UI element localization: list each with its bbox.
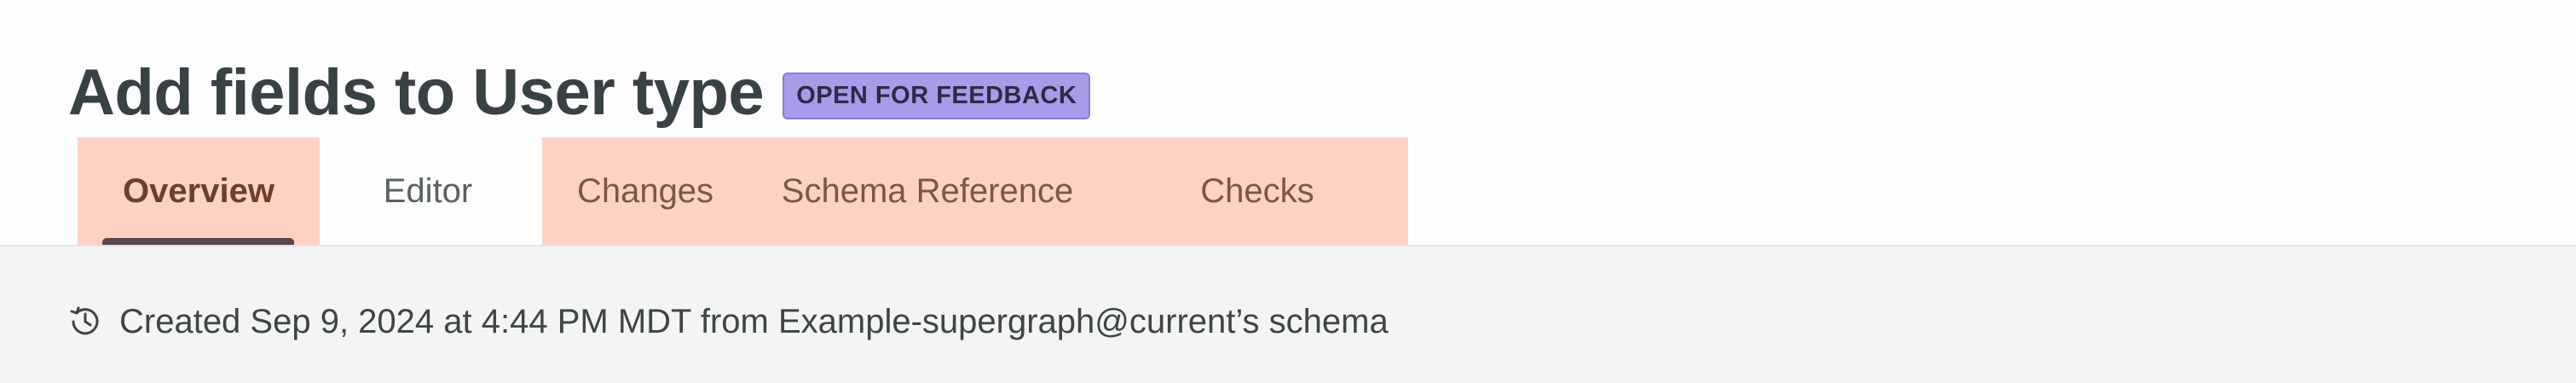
page-title: Add fields to User type [68, 55, 765, 129]
created-info: Created Sep 9, 2024 at 4:44 PM MDT from … [68, 298, 1389, 345]
overview-content: Created Sep 9, 2024 at 4:44 PM MDT from … [0, 245, 2576, 383]
tab-overview[interactable]: Overview [78, 137, 320, 247]
status-badge: OPEN FOR FEEDBACK [783, 72, 1091, 119]
history-icon [68, 305, 102, 339]
page-header: Add fields to User type OPEN FOR FEEDBAC… [0, 0, 2576, 247]
tab-checks[interactable]: Checks [1106, 137, 1408, 245]
created-text: Created Sep 9, 2024 at 4:44 PM MDT from … [119, 302, 1389, 340]
tab-editor-label: Editor [383, 171, 473, 210]
tab-changes[interactable]: Changes [542, 137, 748, 245]
tab-editor[interactable]: Editor [320, 137, 536, 245]
tab-schema-reference[interactable]: Schema Reference [748, 137, 1106, 245]
title-row: Add fields to User type OPEN FOR FEEDBAC… [68, 49, 1091, 135]
tab-overview-label: Overview [123, 171, 274, 210]
tab-changes-label: Changes [576, 171, 714, 210]
tab-schema-reference-label: Schema Reference [781, 171, 1074, 210]
tab-checks-label: Checks [1200, 171, 1314, 210]
